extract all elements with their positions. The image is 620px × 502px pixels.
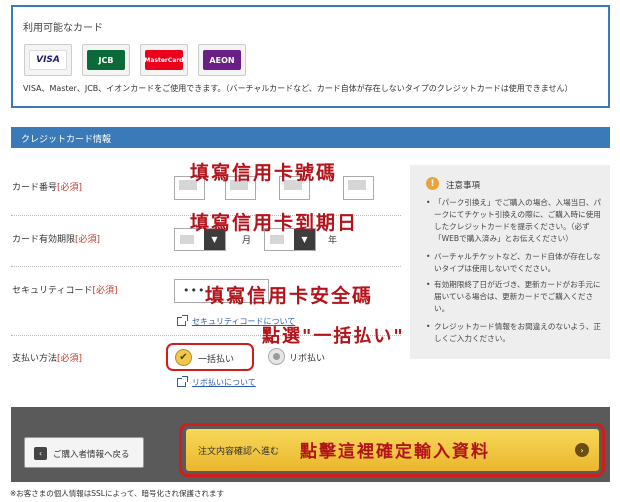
security-code-label: セキュリティコード[必須] xyxy=(12,286,118,296)
check-icon: ✔ xyxy=(175,349,192,366)
note-item: バーチャルチケットなど、カード自体が存在しないタイプは使用しないでください。 xyxy=(426,251,602,275)
annotation-payment: 點選"一括払い" xyxy=(262,326,405,347)
note-item: クレジットカード情報をお間違えのないよう、正しくご入力ください。 xyxy=(426,321,602,345)
card-number-label: カード番号[必須] xyxy=(12,183,83,193)
chevron-left-icon: ‹ xyxy=(34,447,47,460)
payment-option-label: 一括払い xyxy=(198,355,235,365)
available-cards-note: VISA、Master、JCB、イオンカードをご使用できます。（バーチャルカード… xyxy=(23,84,573,93)
confirm-button-label: 注文内容確認へ進む xyxy=(198,447,280,457)
payment-revolving-radio[interactable] xyxy=(268,348,285,365)
warning-icon: ! xyxy=(426,177,439,190)
annotation-confirm: 點擊這裡確定輸入資料 xyxy=(300,442,490,462)
jcb-logo: JCB xyxy=(82,44,130,76)
payment-method-label: 支払い方法[必須] xyxy=(12,354,83,364)
back-button[interactable]: ‹ ご購入者情報へ戻る xyxy=(24,437,144,468)
ssl-note: ※お客さまの個人情報はSSLによって、暗号化され保護されます xyxy=(10,489,225,498)
external-link-icon xyxy=(177,315,188,326)
note-item: 「パーク引換え」でご購入の場合、入場当日、パークにてチケット引換えの際に、ご購入… xyxy=(426,197,602,245)
payment-lump-sum-option[interactable]: ✔ 一括払い xyxy=(166,343,254,371)
external-link-icon xyxy=(177,376,188,387)
note-item: 有効期限終了日が近づき、更新カードがお手元に届いている場合は、更新カードでご購入… xyxy=(426,279,602,315)
notes-title: 注意事項 xyxy=(446,181,481,191)
divider xyxy=(11,266,401,267)
mastercard-logo: MasterCard xyxy=(140,44,188,76)
visa-logo: VISA xyxy=(24,44,72,76)
payment-option-label: リボ払い xyxy=(289,354,326,364)
revolving-help-link[interactable]: リボ払いについて xyxy=(192,377,256,388)
chevron-right-icon: › xyxy=(575,443,589,457)
available-cards-title: 利用可能なカード xyxy=(23,23,103,34)
annotation-security-code: 填寫信用卡安全碼 xyxy=(205,285,374,307)
back-button-label: ご購入者情報へ戻る xyxy=(53,450,130,460)
section-title: クレジットカード情報 xyxy=(11,127,610,148)
notes-panel: ! 注意事項 「パーク引換え」でご購入の場合、入場当日、パークにてチケット引換え… xyxy=(410,165,610,359)
expiry-label: カード有効期限[必須] xyxy=(12,235,101,245)
aeon-logo: AEON xyxy=(198,44,246,76)
annotation-card-number: 填寫信用卡號碼 xyxy=(190,162,338,184)
annotation-expiry: 填寫信用卡到期日 xyxy=(190,212,359,234)
card-number-field-4[interactable] xyxy=(343,176,374,200)
available-cards-panel: 利用可能なカード VISA JCB MasterCard AEON VISA、M… xyxy=(11,5,610,108)
